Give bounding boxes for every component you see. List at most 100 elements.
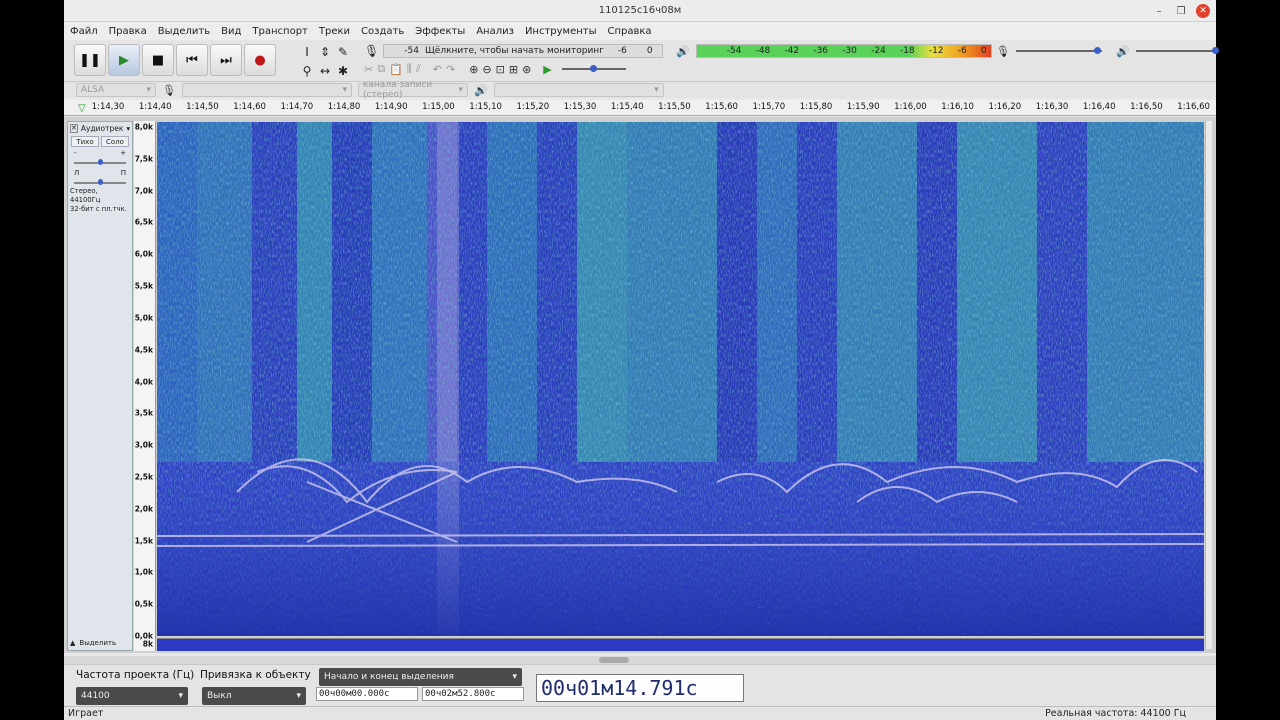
- mute-button[interactable]: Тихо: [71, 136, 99, 147]
- playback-device-select[interactable]: ▾: [493, 83, 664, 97]
- play-icon: ▶: [119, 52, 129, 68]
- redo-icon[interactable]: ↷: [446, 63, 455, 76]
- project-rate-select[interactable]: 44100 ▾: [76, 687, 188, 705]
- chevron-down-icon: ▾: [296, 691, 301, 701]
- meter-scale-label: -36: [813, 46, 829, 56]
- multi-tool-icon[interactable]: ✱: [334, 61, 352, 80]
- menu-generate[interactable]: Создать: [361, 26, 404, 37]
- meter-scale-label: -42: [784, 46, 800, 56]
- record-button[interactable]: ●: [244, 44, 276, 76]
- mic-device-icon: 🎙: [162, 83, 176, 97]
- record-meter[interactable]: 🎙 -54 Щёлкните, чтобы начать мониторинг …: [364, 42, 664, 60]
- spectrogram[interactable]: [157, 122, 1204, 636]
- audio-position-display[interactable]: 00ч01м14.791с: [536, 674, 744, 702]
- skip-end-button[interactable]: ⏭: [210, 44, 242, 76]
- record-meter-bar[interactable]: -54 Щёлкните, чтобы начать мониторинг -6…: [383, 44, 664, 58]
- window-title: 110125c16ч08м: [598, 5, 682, 16]
- play-at-speed-icon[interactable]: ▶: [543, 63, 551, 76]
- selection-end-field[interactable]: 00ч02м52.800с: [422, 687, 524, 701]
- menu-view[interactable]: Вид: [221, 26, 241, 37]
- audio-host-select[interactable]: ALSA ▾: [76, 83, 156, 97]
- select-track-button[interactable]: Выделить: [79, 639, 116, 647]
- meter-scale-label: -12: [928, 46, 944, 56]
- vertical-scrollbar[interactable]: [1205, 121, 1212, 649]
- menu-select[interactable]: Выделить: [158, 26, 210, 37]
- trim-icon[interactable]: ⫼: [407, 62, 412, 76]
- mic-volume-icon: 🎙: [996, 44, 1010, 58]
- record-volume-slider[interactable]: [1015, 47, 1102, 54]
- stop-button[interactable]: ■: [142, 44, 174, 76]
- menu-tracks[interactable]: Треки: [319, 26, 350, 37]
- speaker-volume-icon: 🔊: [1115, 44, 1130, 58]
- horizontal-scrollbar[interactable]: [64, 656, 1216, 664]
- draw-tool-icon[interactable]: ✎: [334, 42, 352, 61]
- ruler-tick-label: 1:16,30: [1035, 102, 1069, 112]
- silence-icon[interactable]: ⫽: [416, 62, 421, 76]
- zoom-toggle-icon[interactable]: ⊛: [522, 63, 531, 76]
- pause-button[interactable]: ❚❚: [74, 44, 106, 76]
- zoom-out-icon[interactable]: ⊖: [482, 63, 491, 76]
- meter-scale-label: -30: [842, 46, 857, 56]
- ruler-tick-label: 1:16,10: [941, 102, 974, 112]
- maximize-icon[interactable]: ❐: [1174, 4, 1188, 18]
- collapse-icon[interactable]: ▲: [70, 639, 75, 647]
- track-name[interactable]: Аудиотрек: [81, 124, 124, 133]
- frequency-label: 2,0k: [134, 504, 153, 514]
- playback-meter-bar[interactable]: -54 -48 -42 -36 -30 -24 -18 -12 -6 0: [695, 44, 992, 58]
- paste-icon[interactable]: 📋: [389, 63, 403, 76]
- cut-icon[interactable]: ✂: [364, 63, 373, 76]
- playback-volume-slider[interactable]: [1135, 47, 1219, 54]
- selection-tool-icon[interactable]: I: [298, 42, 316, 61]
- menu-effects[interactable]: Эффекты: [415, 26, 465, 37]
- timeline-ruler[interactable]: ▽ 1:14,30 1:14,40 1:14,50 1:14,60 1:14,70 1:1…: [64, 100, 1216, 116]
- ruler-tick-label: 1:14,50: [186, 102, 219, 112]
- recording-channels-select[interactable]: канала записи (стерео) ▾: [357, 80, 468, 100]
- skip-start-icon: ⏮: [186, 52, 198, 68]
- fit-selection-icon[interactable]: ⊡: [496, 63, 505, 76]
- snap-to-select[interactable]: Выкл ▾: [202, 687, 306, 705]
- meter-scale-label: -54: [726, 46, 742, 56]
- title-bar: 110125c16ч08м – ❐ ✕: [64, 0, 1216, 22]
- undo-icon[interactable]: ↶: [433, 63, 442, 76]
- selection-start-field[interactable]: 00ч00м00.000с: [316, 687, 418, 701]
- play-head-icon[interactable]: ▽: [78, 103, 86, 114]
- menu-analyze[interactable]: Анализ: [476, 26, 514, 37]
- meter-scale-label: -18: [899, 46, 915, 56]
- recording-device-select[interactable]: ▾: [181, 83, 352, 97]
- close-track-icon[interactable]: ✕: [70, 123, 78, 133]
- menu-transport[interactable]: Транспорт: [252, 26, 307, 37]
- zoom-tool-icon[interactable]: ⚲: [298, 61, 316, 80]
- play-speed-slider[interactable]: [561, 65, 626, 72]
- minimize-icon[interactable]: –: [1152, 4, 1166, 18]
- skip-start-button[interactable]: ⏮: [176, 44, 208, 76]
- close-icon[interactable]: ✕: [1196, 4, 1210, 18]
- ruler-tick-label: 1:14,80: [327, 102, 361, 112]
- meter-scale-label: 0: [980, 46, 987, 56]
- gain-slider[interactable]: [74, 159, 126, 165]
- menu-tools[interactable]: Инструменты: [525, 26, 597, 37]
- track-menu-icon[interactable]: ▾: [126, 124, 130, 133]
- play-button[interactable]: ▶: [108, 44, 140, 76]
- ruler-tick-label: 1:16,40: [1082, 102, 1116, 112]
- spectrogram-lower-channel[interactable]: [157, 638, 1204, 651]
- timeshift-tool-icon[interactable]: ↔: [316, 61, 334, 80]
- scroll-thumb[interactable]: [599, 657, 629, 663]
- menu-file[interactable]: Файл: [70, 26, 98, 37]
- menu-edit[interactable]: Правка: [109, 26, 147, 37]
- frequency-label: 5,0k: [134, 313, 153, 323]
- pause-icon: ❚❚: [79, 52, 101, 68]
- main-toolbar: ❚❚ ▶ ■ ⏮ ⏭ ● I ⇕ ✎ ⚲ ↔ ✱ 🎙 -54 Щёлкните,…: [64, 40, 1219, 82]
- zoom-in-icon[interactable]: ⊕: [469, 63, 478, 76]
- menu-help[interactable]: Справка: [608, 26, 652, 37]
- envelope-tool-icon[interactable]: ⇕: [316, 42, 334, 61]
- copy-icon[interactable]: ⧉: [377, 62, 385, 76]
- pan-slider[interactable]: [74, 179, 126, 185]
- solo-button[interactable]: Соло: [101, 136, 129, 147]
- frequency-label: 7,5k: [134, 154, 153, 164]
- fit-project-icon[interactable]: ⊞: [509, 63, 518, 76]
- selection-mode-select[interactable]: Начало и конец выделения ▾: [319, 668, 522, 686]
- ruler-tick-label: 1:16,50: [1130, 102, 1163, 112]
- playback-meter[interactable]: 🔊 -54 -48 -42 -36 -30 -24 -18 -12 -6 0: [676, 42, 992, 60]
- selection-toolbar: Частота проекта (Гц) 44100 ▾ Привязка к о…: [64, 664, 1216, 706]
- frequency-label: 6,0k: [134, 249, 153, 259]
